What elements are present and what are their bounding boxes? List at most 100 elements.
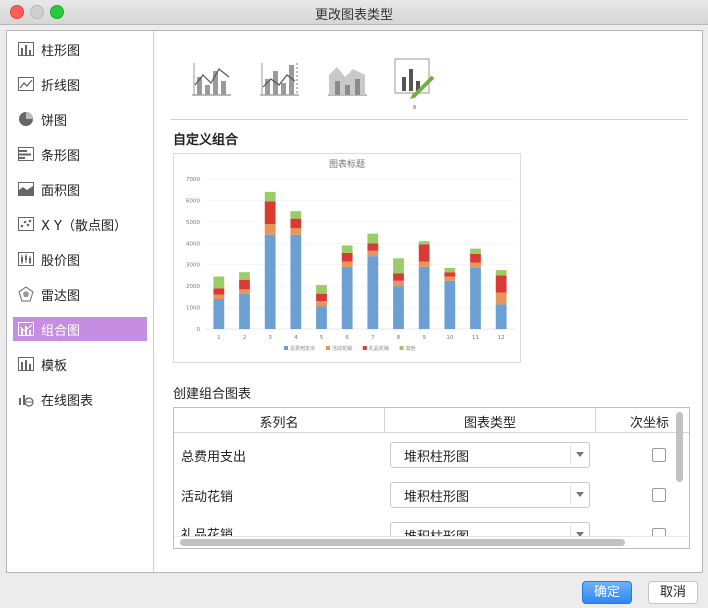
bar-segment bbox=[264, 234, 276, 329]
bar-segment bbox=[367, 256, 379, 329]
sidebar-item-bar[interactable]: 条形图 bbox=[13, 142, 147, 166]
ok-button[interactable]: 确定 bbox=[582, 581, 632, 604]
legend-swatch bbox=[399, 346, 404, 350]
x-tick-label: 7 bbox=[371, 335, 375, 341]
bar-segment bbox=[239, 293, 250, 329]
bar-segment bbox=[264, 201, 276, 224]
combo-column-line-icon bbox=[192, 63, 231, 96]
sidebar-item-template[interactable]: 模板 bbox=[13, 352, 147, 376]
legend-label: 其他 bbox=[406, 345, 416, 352]
y-tick-label: 4000 bbox=[186, 241, 200, 247]
vertical-scrollbar[interactable] bbox=[676, 412, 683, 482]
sidebar-item-online[interactable]: 在线图表 bbox=[13, 387, 147, 411]
bar-segment bbox=[290, 218, 302, 229]
legend-swatch bbox=[284, 346, 288, 350]
bar-segment bbox=[290, 234, 302, 329]
x-tick-label: 2 bbox=[243, 335, 247, 341]
cancel-button[interactable]: 取消 bbox=[648, 581, 698, 604]
sidebar-item-label: 面积图 bbox=[41, 183, 81, 199]
bar-segment bbox=[341, 266, 353, 329]
bar-segment bbox=[264, 191, 276, 202]
bar-segment bbox=[418, 241, 430, 245]
sidebar-item-scatter[interactable]: X Y（散点图） bbox=[13, 212, 147, 236]
bar-segment bbox=[444, 280, 456, 329]
bar-segment bbox=[316, 306, 327, 329]
chevron-down-icon bbox=[576, 452, 584, 457]
column-chart-icon bbox=[17, 41, 35, 57]
table-header: 系列名 图表类型 次坐标 bbox=[174, 408, 689, 433]
x-tick-label: 4 bbox=[294, 335, 298, 341]
divider bbox=[171, 119, 688, 120]
chart-type-select[interactable]: 堆积柱形图 bbox=[390, 482, 590, 508]
y-tick-label: 3000 bbox=[186, 263, 200, 269]
bar-segment bbox=[418, 261, 430, 267]
series-name: 总费用支出 bbox=[181, 450, 247, 465]
sidebar-item-stock[interactable]: 股价图 bbox=[13, 247, 147, 271]
sidebar-item-label: X Y（散点图） bbox=[41, 218, 127, 234]
legend-label: 礼品花销 bbox=[369, 345, 389, 352]
bar-segment bbox=[290, 228, 302, 235]
sidebar-item-pie[interactable]: 饼图 bbox=[13, 107, 147, 131]
template-custom-combo[interactable] bbox=[393, 57, 437, 101]
sidebar-item-label: 柱形图 bbox=[41, 43, 81, 59]
sidebar-item-radar[interactable]: 雷达图 bbox=[13, 282, 147, 306]
bar-segment bbox=[239, 272, 250, 280]
bar-segment bbox=[393, 258, 404, 274]
custom-combo-title: 自定义组合 bbox=[173, 133, 239, 148]
chart-type-select[interactable]: 堆积柱形图 bbox=[390, 442, 590, 468]
horizontal-scrollbar[interactable] bbox=[180, 539, 625, 546]
bar-segment bbox=[341, 245, 353, 253]
sidebar-item-label: 在线图表 bbox=[41, 393, 94, 409]
template-combo-column-line[interactable] bbox=[189, 57, 233, 101]
y-tick-label: 2000 bbox=[186, 284, 200, 290]
sidebar-item-label: 股价图 bbox=[41, 253, 81, 269]
column-divider[interactable] bbox=[595, 408, 596, 432]
y-tick-label: 6000 bbox=[186, 198, 200, 204]
custom-combo-icon bbox=[394, 58, 435, 99]
series-table: 系列名 图表类型 次坐标 总费用支出 堆积柱形图 活动花销 堆积柱形图 bbox=[173, 407, 690, 549]
radar-chart-icon bbox=[17, 286, 35, 302]
bar-segment bbox=[239, 289, 250, 294]
bar-segment bbox=[495, 304, 507, 329]
x-tick-label: 5 bbox=[320, 335, 324, 341]
sidebar-item-label: 雷达图 bbox=[41, 288, 81, 304]
template-combo-area-column[interactable] bbox=[325, 57, 369, 101]
sidebar-item-line[interactable]: 折线图 bbox=[13, 72, 147, 96]
bar-segment bbox=[393, 273, 404, 281]
secondary-axis-checkbox[interactable] bbox=[652, 488, 666, 502]
bar-segment bbox=[470, 267, 481, 329]
bar-segment bbox=[341, 252, 353, 262]
y-tick-label: 0 bbox=[197, 327, 201, 333]
bar-segment bbox=[367, 250, 379, 257]
bar-segment bbox=[290, 211, 302, 219]
x-tick-label: 3 bbox=[268, 335, 272, 341]
x-tick-label: 8 bbox=[397, 335, 401, 341]
bar-segment bbox=[495, 270, 507, 276]
secondary-axis-checkbox[interactable] bbox=[652, 448, 666, 462]
sidebar-item-area[interactable]: 面积图 bbox=[13, 177, 147, 201]
sidebar-item-label: 组合图 bbox=[41, 323, 81, 339]
bar-segment bbox=[213, 276, 225, 289]
chart-type-value: 堆积柱形图 bbox=[404, 490, 470, 505]
bar-segment bbox=[444, 272, 456, 277]
x-tick-label: 10 bbox=[446, 335, 453, 341]
scatter-chart-icon bbox=[17, 216, 35, 232]
x-tick-label: 11 bbox=[472, 335, 479, 341]
sidebar-item-combo[interactable]: 组合图 bbox=[13, 317, 147, 341]
sidebar-item-label: 饼图 bbox=[41, 113, 68, 129]
online-chart-icon bbox=[17, 391, 35, 407]
sidebar-item-column[interactable]: 柱形图 bbox=[13, 37, 147, 61]
bar-segment bbox=[470, 254, 481, 263]
stock-chart-icon bbox=[17, 251, 35, 267]
template-combo-column-line-secondary[interactable] bbox=[257, 57, 301, 101]
combo-chart-icon bbox=[17, 321, 35, 337]
bar-segment bbox=[367, 243, 379, 251]
bar-segment bbox=[213, 294, 225, 299]
bar-chart-icon bbox=[17, 146, 35, 162]
bar-segment bbox=[495, 292, 507, 305]
legend-label: 总费用支出 bbox=[290, 345, 315, 352]
legend-label: 活动花销 bbox=[332, 345, 352, 352]
bar-segment bbox=[444, 276, 456, 281]
y-tick-label: 5000 bbox=[186, 220, 200, 226]
template-icon bbox=[17, 356, 35, 372]
